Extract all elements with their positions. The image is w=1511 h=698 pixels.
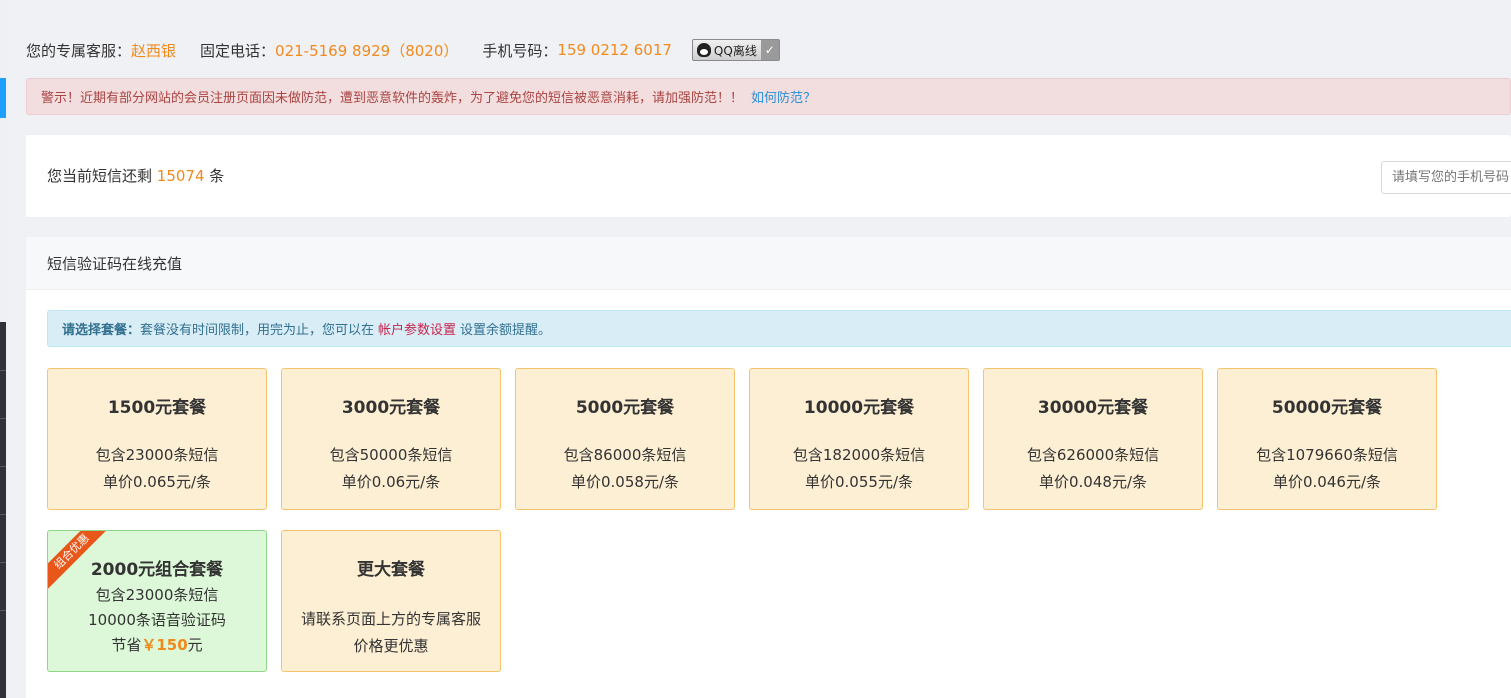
package-info-alert: 请选择套餐： 套餐没有时间限制，用完为止，您可以在 帐户参数设置 设置余额提醒。: [47, 310, 1511, 347]
bigger-title: 更大套餐: [357, 560, 425, 580]
how-to-prevent-link[interactable]: 如何防范？: [751, 87, 816, 106]
package-card-50000[interactable]: 50000元套餐 包含1079660条短信 单价0.046元/条: [1217, 368, 1437, 510]
account-settings-link[interactable]: 帐户参数设置: [378, 319, 456, 338]
warning-alert: 警示！近期有部分网站的会员注册页面因未做防范，遭到恶意软件的轰炸，为了避免您的短…: [26, 78, 1511, 115]
side-nav-divider: [0, 562, 6, 563]
package-card-30000[interactable]: 30000元套餐 包含626000条短信 单价0.048元/条: [983, 368, 1203, 510]
tel-label: 固定电话：: [200, 41, 276, 60]
savings-prefix: 节省: [111, 636, 142, 654]
qq-penguin-icon: [696, 43, 711, 57]
bigger-price-hint: 价格更优惠: [353, 637, 429, 655]
phone-input[interactable]: [1381, 161, 1511, 194]
package-title: 1500元套餐: [107, 398, 207, 418]
package-card-10000[interactable]: 10000元套餐 包含182000条短信 单价0.055元/条: [749, 368, 969, 510]
package-unit-price: 单价0.055元/条: [805, 473, 913, 491]
package-sms-count: 包含182000条短信: [792, 446, 926, 464]
combo-savings: 节省￥150元: [48, 634, 266, 655]
balance-count: 15074: [156, 167, 205, 185]
savings-amount: ￥150: [141, 636, 188, 654]
package-unit-price: 单价0.058元/条: [571, 473, 679, 491]
balance-text: 您当前短信还剩 15074 条: [47, 165, 224, 186]
mobile-value: 159 0212 6017: [557, 41, 672, 59]
package-card-bigger[interactable]: 更大套餐 请联系页面上方的专属客服 价格更优惠: [281, 530, 501, 672]
side-nav-divider: [0, 370, 6, 371]
recharge-panel: 短信验证码在线充值 请选择套餐： 套餐没有时间限制，用完为止，您可以在 帐户参数…: [26, 237, 1511, 698]
package-sms-count: 包含86000条短信: [563, 446, 687, 464]
package-title: 30000元套餐: [1037, 398, 1149, 418]
balance-suffix: 条: [209, 167, 225, 185]
main-content: 您的专属客服： 赵西银 固定电话： 021-5169 8929（8020） 手机…: [8, 8, 1511, 698]
mobile-label: 手机号码：: [482, 41, 558, 60]
package-sms-count: 包含1079660条短信: [1256, 446, 1398, 464]
qq-status-label: QQ离线: [713, 43, 757, 58]
qq-contact-button[interactable]: QQ离线 ✓: [691, 39, 780, 61]
check-icon: ✓: [760, 40, 779, 60]
package-unit-price: 单价0.065元/条: [103, 473, 211, 491]
side-nav-divider: [0, 514, 6, 515]
side-nav-edge: [0, 0, 8, 698]
service-name: 赵西银: [131, 41, 177, 60]
tel-value: 021-5169 8929（8020）: [275, 41, 459, 60]
side-nav-divider: [0, 418, 6, 419]
package-title: 50000元套餐: [1271, 398, 1383, 418]
info-text: 套餐没有时间限制，用完为止，您可以在: [140, 323, 375, 338]
warning-text: 警示！近期有部分网站的会员注册页面因未做防范，遭到恶意软件的轰炸，为了避免您的短…: [41, 91, 744, 106]
package-card-1500[interactable]: 1500元套餐 包含23000条短信 单价0.065元/条: [47, 368, 267, 510]
balance-prefix: 您当前短信还剩: [47, 167, 153, 185]
package-card-5000[interactable]: 5000元套餐 包含86000条短信 单价0.058元/条: [515, 368, 735, 510]
side-nav-dark-area: [0, 322, 6, 698]
side-nav-divider: [0, 610, 6, 611]
savings-suffix: 元: [187, 636, 203, 654]
package-card-3000[interactable]: 3000元套餐 包含50000条短信 单价0.06元/条: [281, 368, 501, 510]
combo-title: 2000元组合套餐: [90, 560, 224, 580]
package-title: 5000元套餐: [575, 398, 675, 418]
panel-title: 短信验证码在线充值: [26, 237, 1511, 290]
contact-bar: 您的专属客服： 赵西银 固定电话： 021-5169 8929（8020） 手机…: [26, 38, 780, 62]
combo-sms-count: 包含23000条短信: [95, 586, 219, 604]
info-bold: 请选择套餐：: [62, 323, 141, 338]
package-sms-count: 包含626000条短信: [1026, 446, 1160, 464]
package-title: 3000元套餐: [341, 398, 441, 418]
service-label: 您的专属客服：: [26, 41, 132, 60]
package-unit-price: 单价0.048元/条: [1039, 473, 1147, 491]
side-nav-active-marker: [0, 78, 6, 118]
package-card-combo-2000[interactable]: 组合优惠 2000元组合套餐 包含23000条短信 10000条语音验证码 节省…: [47, 530, 267, 672]
bigger-contact-hint: 请联系页面上方的专属客服: [300, 610, 481, 628]
side-nav-divider: [0, 466, 6, 467]
balance-box: 您当前短信还剩 15074 条: [26, 135, 1511, 217]
info-tail: 设置余额提醒。: [460, 323, 552, 338]
package-unit-price: 单价0.06元/条: [341, 473, 441, 491]
package-sms-count: 包含50000条短信: [329, 446, 453, 464]
combo-voice-count: 10000条语音验证码: [88, 611, 226, 629]
package-sms-count: 包含23000条短信: [95, 446, 219, 464]
package-unit-price: 单价0.046元/条: [1273, 473, 1381, 491]
package-title: 10000元套餐: [803, 398, 915, 418]
